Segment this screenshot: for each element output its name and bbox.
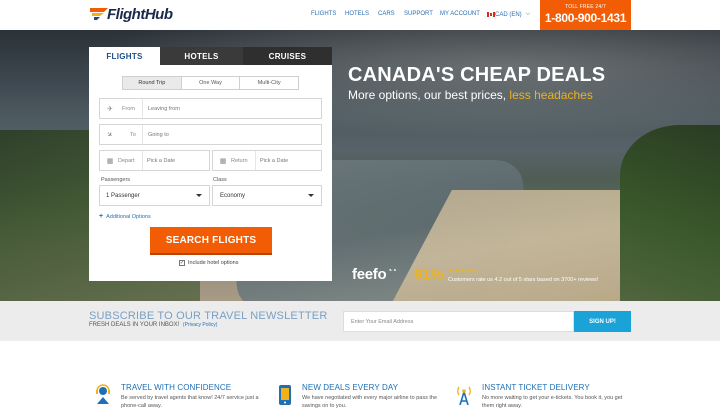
- additional-options-link[interactable]: + Additional Options: [99, 213, 151, 220]
- depart-field[interactable]: ▦ Depart Pick a Date: [99, 150, 210, 171]
- feefo-text: feefo: [352, 266, 387, 283]
- currency-selector[interactable]: CAD (EN) ⌵: [487, 11, 530, 18]
- plane-depart-icon: ✈: [107, 105, 113, 113]
- calendar-icon: ▦: [106, 157, 114, 165]
- from-field[interactable]: ✈ From Leaving from: [99, 98, 322, 119]
- currency-label: CAD (EN): [495, 11, 522, 18]
- newsletter-title: SUBSCRIBE TO OUR TRAVEL NEWSLETTER: [89, 310, 328, 322]
- hero-trees-right: [620, 125, 720, 301]
- depart-input[interactable]: Pick a Date: [147, 151, 175, 170]
- privacy-policy-link[interactable]: (Privacy Policy): [183, 322, 217, 328]
- additional-options-label: Additional Options: [106, 214, 151, 220]
- passengers-label: Passengers: [101, 177, 131, 183]
- passengers-value: 1 Passenger: [106, 192, 140, 199]
- calendar-icon: ▦: [219, 157, 227, 165]
- tollfree-label: TOLL FREE 24/7: [565, 4, 606, 10]
- field-divider: [142, 125, 143, 144]
- tab-hotels[interactable]: HOTELS: [160, 47, 243, 65]
- depart-label: Depart: [118, 157, 135, 164]
- hero-subtitle-main: More options, our best prices,: [348, 88, 507, 102]
- to-label: To: [130, 131, 136, 138]
- nav-hotels[interactable]: HOTELS: [345, 11, 369, 17]
- phone-number[interactable]: 1-800-900-1431: [540, 11, 631, 25]
- logo-text: FlightHub: [107, 6, 173, 23]
- chevron-down-icon: ⌵: [525, 11, 531, 17]
- broadcast-tower-icon: [457, 386, 471, 406]
- tab-flights[interactable]: FLIGHTS: [89, 47, 160, 65]
- newsletter-subtitle-text: FRESH DEALS IN YOUR INBOX!: [89, 322, 180, 328]
- phone-deals-icon: [279, 385, 291, 405]
- trip-type-toggle: Round Trip One Way Multi-City: [122, 76, 299, 90]
- return-label: Return: [231, 157, 248, 164]
- signup-button[interactable]: SIGN UP!: [574, 311, 631, 332]
- feefo-eyes-icon: ◔◔: [387, 266, 397, 275]
- trip-round-trip[interactable]: Round Trip: [123, 77, 182, 89]
- class-select[interactable]: Economy: [212, 185, 322, 206]
- return-field[interactable]: ▦ Return Pick a Date: [212, 150, 322, 171]
- search-tabs: FLIGHTS HOTELS CRUISES: [89, 47, 332, 65]
- feature-instant-ticket: INSTANT TICKET DELIVERY No more waiting …: [455, 378, 645, 417]
- plane-arrive-icon: ✈: [105, 130, 115, 140]
- email-input[interactable]: Enter Your Email Address: [343, 311, 574, 332]
- rating-percent: 91%: [414, 266, 445, 283]
- canada-flag-icon: [487, 12, 495, 17]
- agent-headset-icon: [96, 384, 110, 404]
- include-hotel-option[interactable]: ✓ Include hotel options: [179, 260, 238, 266]
- field-divider: [142, 151, 143, 170]
- checkbox-checked-icon[interactable]: ✓: [179, 260, 185, 266]
- newsletter-subtitle: FRESH DEALS IN YOUR INBOX! (Privacy Poli…: [89, 322, 217, 328]
- caret-down-icon: [308, 194, 314, 197]
- field-divider: [255, 151, 256, 170]
- return-input[interactable]: Pick a Date: [260, 151, 288, 170]
- feature-confidence: TRAVEL WITH CONFIDENCE Be served by trav…: [94, 378, 284, 417]
- site-header: FlightHub FLIGHTS HOTELS CARS SUPPORT MY…: [0, 0, 720, 30]
- from-input[interactable]: Leaving from: [148, 99, 180, 118]
- to-input[interactable]: Going to: [148, 125, 169, 144]
- nav-support[interactable]: SUPPORT: [404, 11, 433, 17]
- feature-title: NEW DEALS EVERY DAY: [302, 383, 399, 392]
- feature-desc: We have negotiated with every major airl…: [302, 395, 438, 409]
- feefo-logo[interactable]: feefo◔◔: [352, 266, 397, 283]
- class-value: Economy: [220, 192, 246, 199]
- logo-wing-icon: [90, 8, 108, 20]
- nav-my-account[interactable]: MY ACCOUNT: [440, 11, 480, 17]
- plus-icon: +: [99, 213, 104, 220]
- tollfree-box[interactable]: TOLL FREE 24/7 1-800-900-1431: [540, 0, 631, 30]
- include-hotel-label: Include hotel options: [188, 260, 239, 266]
- search-flights-button[interactable]: SEARCH FLIGHTS: [150, 227, 272, 253]
- passengers-select[interactable]: 1 Passenger: [99, 185, 210, 206]
- trip-one-way[interactable]: One Way: [182, 77, 241, 89]
- tab-cruises[interactable]: CRUISES: [243, 47, 332, 65]
- feature-title: TRAVEL WITH CONFIDENCE: [121, 383, 232, 392]
- hero-subtitle-highlight: less headaches: [509, 88, 593, 102]
- caret-down-icon: [196, 194, 202, 197]
- flight-search-panel: Round Trip One Way Multi-City ✈ From Lea…: [89, 65, 332, 281]
- feature-desc: No more waiting to get your e-tickets. Y…: [482, 395, 623, 409]
- nav-cars[interactable]: CARS: [378, 11, 395, 17]
- field-divider: [142, 99, 143, 118]
- feature-new-deals: NEW DEALS EVERY DAY We have negotiated w…: [276, 378, 466, 417]
- flighthub-logo[interactable]: FlightHub: [90, 6, 180, 24]
- from-label: From: [122, 105, 135, 112]
- trip-multi-city[interactable]: Multi-City: [240, 77, 298, 89]
- feature-title: INSTANT TICKET DELIVERY: [482, 383, 590, 392]
- newsletter-bar: SUBSCRIBE TO OUR TRAVEL NEWSLETTER FRESH…: [0, 301, 720, 341]
- rating-stars-icon: ★★★★★: [448, 269, 478, 275]
- to-field[interactable]: ✈ To Going to: [99, 124, 322, 145]
- hero-title: CANADA'S CHEAP DEALS: [348, 64, 606, 86]
- feature-desc: Be served by travel agents that know! 24…: [121, 395, 259, 409]
- class-label: Class: [213, 177, 227, 183]
- nav-flights[interactable]: FLIGHTS: [311, 11, 336, 17]
- rating-text: Customers rate us 4.2 out of 5 stars bas…: [448, 277, 599, 283]
- hero-subtitle: More options, our best prices, less head…: [348, 88, 593, 102]
